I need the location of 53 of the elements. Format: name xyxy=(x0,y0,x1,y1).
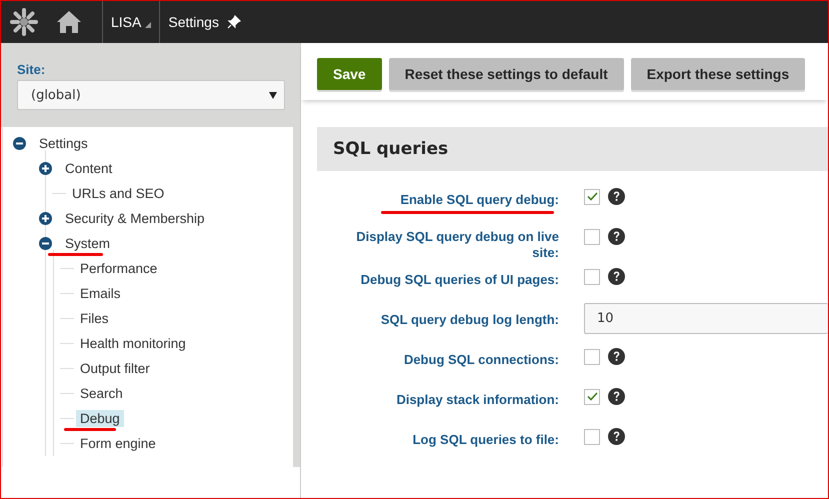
text-field[interactable]: 10 xyxy=(584,303,828,334)
tree-item[interactable]: Files xyxy=(76,310,113,327)
site-label: Site: xyxy=(17,62,46,77)
collapse-icon[interactable] xyxy=(39,237,52,250)
toolbar-button[interactable]: Export these settings xyxy=(630,58,806,90)
scrollbar[interactable] xyxy=(293,127,300,467)
help-icon[interactable] xyxy=(608,428,625,445)
checkbox[interactable] xyxy=(584,228,600,244)
help-icon[interactable] xyxy=(608,268,625,285)
help-icon[interactable] xyxy=(608,388,625,405)
pin-icon[interactable] xyxy=(226,15,241,29)
tree-item[interactable]: Settings xyxy=(35,135,92,152)
app-title: Settings xyxy=(168,14,219,30)
app-menu[interactable]: LISA xyxy=(111,14,152,30)
tree-item[interactable]: Performance xyxy=(76,260,162,277)
tree-item[interactable]: URLs and SEO xyxy=(68,185,168,202)
home-icon[interactable] xyxy=(56,10,82,34)
field-label: Log SQL queries to file: xyxy=(412,432,559,448)
section-title: SQL queries xyxy=(333,139,448,159)
tree-item[interactable]: System xyxy=(61,235,114,252)
field-label: Debug SQL queries of UI pages: xyxy=(360,272,559,288)
checkbox[interactable] xyxy=(584,348,600,364)
tree-item[interactable]: Output filter xyxy=(76,360,154,377)
check-icon xyxy=(586,392,598,401)
caret-icon xyxy=(269,92,277,98)
help-icon[interactable] xyxy=(608,348,625,365)
toolbar-button[interactable]: Reset these settings to default xyxy=(388,58,624,90)
expand-icon[interactable] xyxy=(39,212,52,225)
field-label: Debug SQL connections: xyxy=(404,352,559,368)
checkbox[interactable] xyxy=(584,188,600,204)
caret-icon xyxy=(145,22,152,28)
tree-item[interactable]: Debug xyxy=(76,410,124,427)
tree-item[interactable]: Health monitoring xyxy=(76,335,190,352)
tree-item[interactable]: Content xyxy=(61,160,116,177)
help-icon[interactable] xyxy=(608,228,625,245)
tree-item[interactable]: Form engine xyxy=(76,435,160,452)
collapse-icon[interactable] xyxy=(13,137,26,150)
help-icon[interactable] xyxy=(608,188,625,205)
tree-item[interactable]: Security & Membership xyxy=(61,210,209,227)
checkbox[interactable] xyxy=(584,388,600,404)
site-dropdown[interactable]: (global) xyxy=(17,80,285,110)
check-icon xyxy=(586,192,598,201)
field-label: Enable SQL query debug: xyxy=(400,192,559,208)
field-label: Display SQL query debug on live site: xyxy=(355,229,559,261)
expand-icon[interactable] xyxy=(39,162,52,175)
logo-icon[interactable] xyxy=(9,7,39,37)
checkbox[interactable] xyxy=(584,428,600,444)
tree-item[interactable]: Emails xyxy=(76,285,125,302)
save-button[interactable]: Save xyxy=(317,58,382,90)
field-label: Display stack information: xyxy=(396,392,559,408)
checkbox[interactable] xyxy=(584,268,600,284)
field-label: SQL query debug log length: xyxy=(380,312,559,328)
tree-item[interactable]: Search xyxy=(76,385,127,402)
